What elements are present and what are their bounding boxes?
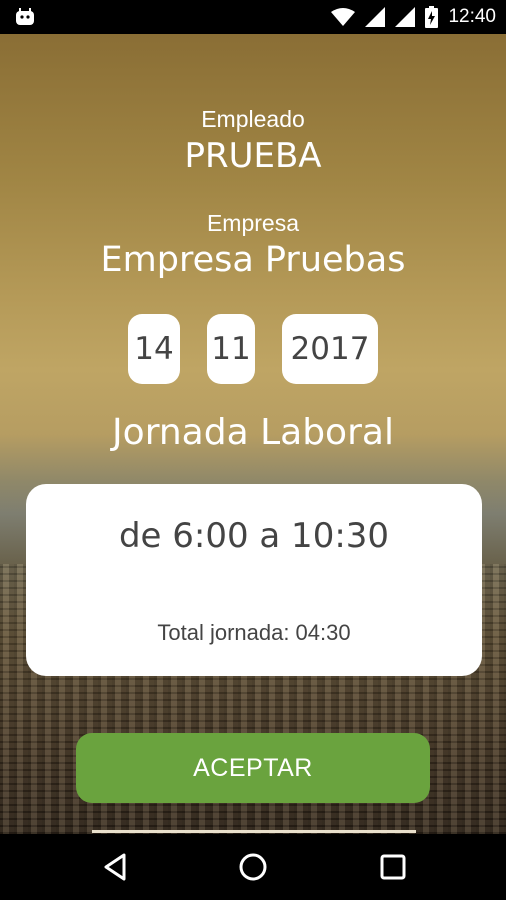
back-icon[interactable]: [98, 850, 132, 884]
signal-icon: [395, 7, 416, 27]
status-bar: 12:40: [0, 0, 506, 34]
battery-charging-icon: [425, 6, 439, 28]
jornada-title: Jornada Laboral: [112, 412, 394, 453]
schedule-hours: de 6:00 a 10:30: [118, 516, 390, 556]
date-month[interactable]: 11: [207, 314, 255, 384]
company-label: Empresa: [206, 210, 300, 236]
app-screen: Empleado PRUEBA Empresa Empresa Pruebas …: [0, 34, 506, 834]
company-name: Empresa Pruebas: [100, 240, 406, 280]
wifi-icon: [331, 8, 356, 26]
android-notification-icon: [16, 8, 34, 25]
date-day[interactable]: 14: [128, 314, 180, 384]
schedule-card: de 6:00 a 10:30 Total jornada: 04:30: [26, 484, 482, 676]
navigation-bar: [0, 834, 506, 900]
bottom-divider: [92, 830, 416, 833]
home-icon[interactable]: [236, 850, 270, 884]
recent-apps-icon[interactable]: [376, 850, 410, 884]
employee-name: PRUEBA: [184, 136, 322, 176]
schedule-total: Total jornada: 04:30: [157, 620, 351, 645]
accept-button[interactable]: ACEPTAR: [76, 733, 430, 803]
signal-icon: [365, 7, 386, 27]
status-time: 12:40: [448, 6, 496, 27]
date-year[interactable]: 2017: [282, 314, 378, 384]
employee-label: Empleado: [201, 106, 305, 132]
